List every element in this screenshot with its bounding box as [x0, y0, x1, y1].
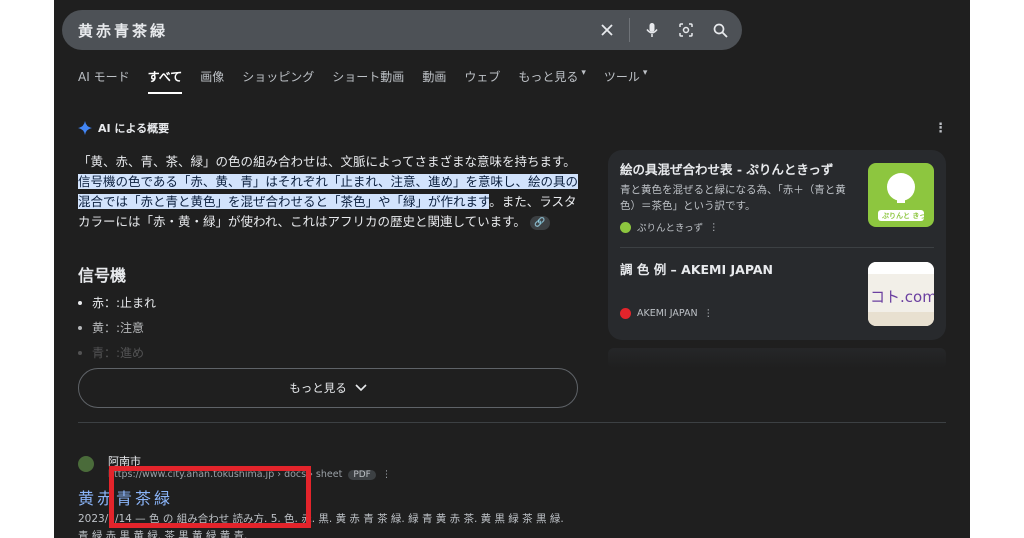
- search-tabs: AI モード すべて 画像 ショッピング ショート動画 動画 ウェブ もっと見る…: [78, 68, 647, 94]
- source-item[interactable]: 絵の具混ぜ合わせ表 - ぷりんときっず 青と黄色を混ぜると緑になる為、「赤＋（青…: [620, 162, 860, 234]
- more-options-icon[interactable]: ⋮: [709, 222, 719, 233]
- show-more-button[interactable]: もっと見る: [78, 368, 578, 408]
- caret-down-icon: ▾: [581, 68, 586, 78]
- signal-list: 赤：:止まれ 黄：:注意 青：:進め: [78, 290, 156, 365]
- thumbnail-text: コト.com: [870, 288, 934, 306]
- source-item[interactable]: 調 色 例 – AKEMI JAPAN AKEMI JAPAN ⋮: [620, 262, 860, 319]
- list-item-label: 黄：:注意: [92, 321, 145, 335]
- bullet: [78, 300, 82, 305]
- clear-icon[interactable]: [595, 18, 619, 42]
- tab-videos[interactable]: 動画: [422, 68, 446, 94]
- source-card: 絵の具混ぜ合わせ表 - ぷりんときっず 青と黄色を混ぜると緑になる為、「赤＋（青…: [608, 150, 946, 340]
- highlight-box: [109, 466, 311, 528]
- list-item: 赤：:止まれ: [78, 290, 156, 315]
- more-options-icon[interactable]: ⋮: [382, 469, 392, 480]
- section-title: 信号機: [78, 266, 127, 285]
- source-title[interactable]: 調 色 例 – AKEMI JAPAN: [620, 262, 860, 278]
- more-options-icon[interactable]: ⋮: [934, 121, 947, 136]
- link-icon[interactable]: 🔗: [529, 215, 550, 230]
- ai-overview-header: AI による概要: [78, 120, 169, 136]
- ai-text-plain: 「黄、赤、青、茶、緑」の色の組み合わせは、文脈によってさまざまな意味を持ちます。: [78, 154, 576, 169]
- caret-down-icon: ▾: [642, 68, 648, 78]
- site-favicon: [78, 456, 94, 472]
- result-snippet: 青 緑 赤 黒 黄 緑. 茶 黒 黄 緑 黄 青.: [78, 530, 248, 538]
- list-item: 黄：:注意: [78, 315, 156, 340]
- tab-more[interactable]: もっと見る ▾: [518, 68, 586, 94]
- list-item-label: 青：:進め: [92, 346, 145, 360]
- bullet: [78, 325, 82, 330]
- tab-web[interactable]: ウェブ: [464, 68, 500, 94]
- divider: [629, 18, 630, 42]
- tab-images[interactable]: 画像: [200, 68, 224, 94]
- tab-tools[interactable]: ツール ▾: [604, 68, 648, 94]
- search-input[interactable]: 黄赤青茶緑: [78, 20, 595, 41]
- sparkle-icon: [78, 121, 92, 135]
- tab-tools-label: ツール: [603, 70, 640, 84]
- list-item-label: 赤：:止まれ: [92, 296, 157, 310]
- thumbnail-text: ぷりんと きっず: [882, 212, 934, 220]
- more-options-icon[interactable]: ⋮: [704, 308, 714, 319]
- source-site: ぷりんときっず ⋮: [620, 220, 860, 234]
- tab-shopping[interactable]: ショッピング: [242, 68, 314, 94]
- pdf-badge: PDF: [348, 469, 376, 480]
- search-bar[interactable]: 黄赤青茶緑: [62, 10, 742, 50]
- show-more-label: もっと見る: [289, 381, 347, 395]
- source-site: AKEMI JAPAN ⋮: [620, 308, 860, 319]
- divider: [78, 422, 946, 423]
- faded-card-edge: [608, 348, 946, 368]
- source-thumbnail[interactable]: ぷりんと きっず: [868, 163, 934, 227]
- ai-overview-text: 「黄、赤、青、茶、緑」の色の組み合わせは、文脈によってさまざまな意味を持ちます。…: [78, 152, 579, 232]
- bullet: [78, 350, 82, 355]
- source-title[interactable]: 絵の具混ぜ合わせ表 - ぷりんときっず: [620, 162, 860, 178]
- ai-overview-heading: AI による概要: [98, 122, 170, 135]
- tab-ai-mode[interactable]: AI モード: [78, 68, 130, 94]
- source-thumbnail[interactable]: コト.com: [868, 262, 934, 326]
- site-name: ぷりんときっず: [637, 223, 704, 234]
- lens-icon[interactable]: [674, 18, 698, 42]
- source-description: 青と黄色を混ぜると緑になる為、「赤＋（青と黄色）＝茶色」という訳です。: [620, 184, 846, 212]
- chevron-down-icon: [355, 384, 367, 392]
- site-favicon: [620, 221, 631, 233]
- tab-all[interactable]: すべて: [147, 68, 183, 94]
- tab-more-label: もっと見る: [518, 70, 579, 84]
- search-icon[interactable]: [708, 18, 732, 42]
- divider: [620, 247, 934, 248]
- microphone-icon[interactable]: [640, 18, 664, 42]
- search-results-page: 黄赤青茶緑 AI モード すべて 画像 ショッピング ショート動画 動画 ウェブ…: [54, 0, 970, 538]
- tab-short-videos[interactable]: ショート動画: [332, 68, 404, 94]
- list-item: 青：:進め: [78, 340, 156, 365]
- site-favicon: [620, 308, 631, 319]
- site-name: AKEMI JAPAN: [637, 308, 698, 319]
